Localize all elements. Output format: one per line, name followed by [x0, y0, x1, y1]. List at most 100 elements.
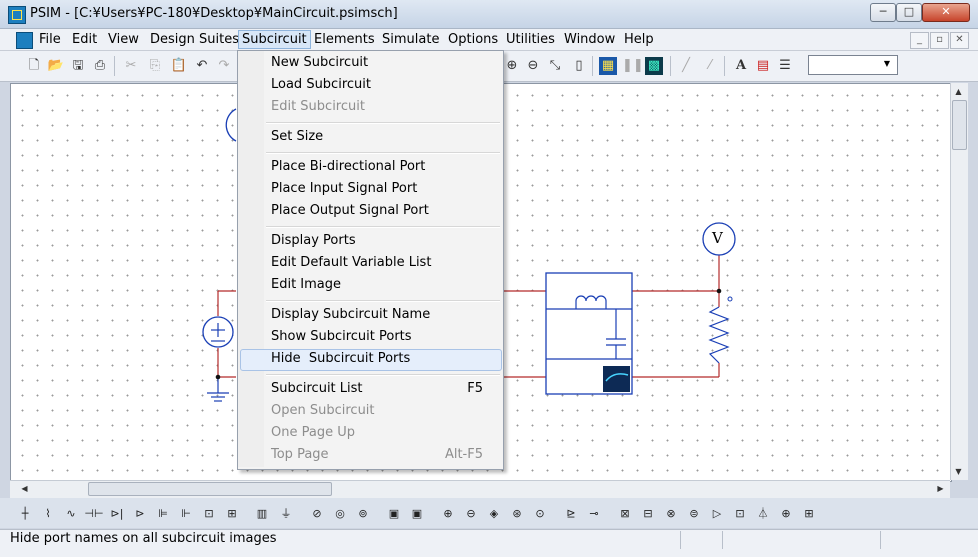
label-icon[interactable]: ⁄: [700, 56, 720, 76]
thyristor-element-icon[interactable]: ⊳: [130, 504, 150, 524]
menu-item-new-subcircuit[interactable]: New Subcircuit: [271, 52, 368, 74]
menu-options[interactable]: Options: [445, 31, 501, 48]
diode-element-icon[interactable]: ⊳|: [107, 504, 127, 524]
ac-source-element-icon[interactable]: ⏚: [276, 504, 296, 524]
sensor-icon[interactable]: ⊕: [776, 504, 796, 524]
open-icon[interactable]: 📂: [46, 56, 66, 76]
label-element-icon[interactable]: ⏃: [753, 504, 773, 524]
pwm-block-icon[interactable]: ⊠: [615, 504, 635, 524]
comparator-icon[interactable]: ⊵: [561, 504, 581, 524]
summer-icon[interactable]: ⊗: [661, 504, 681, 524]
menu-subcircuit[interactable]: Subcircuit: [238, 30, 311, 49]
menu-item-edit-default-variable-list[interactable]: Edit Default Variable List: [271, 252, 431, 274]
menu-item-open-subcircuit[interactable]: Open Subcircuit: [271, 400, 375, 422]
igbt-element-icon[interactable]: ⊫: [153, 504, 173, 524]
toolbar-separator: [670, 56, 671, 76]
pause-icon[interactable]: ❚❚: [622, 56, 644, 76]
menu-design-suites[interactable]: Design Suites: [147, 31, 242, 48]
menu-elements[interactable]: Elements: [311, 31, 378, 48]
menu-item-display-ports[interactable]: Display Ports: [271, 230, 356, 252]
menu-item-load-subcircuit[interactable]: Load Subcircuit: [271, 74, 371, 96]
menu-item-top-page[interactable]: Top Page: [271, 444, 329, 466]
dsp-block-icon[interactable]: ⊞: [799, 504, 819, 524]
resistor-element-icon[interactable]: ⌇: [38, 504, 58, 524]
menu-item-edit-image[interactable]: Edit Image: [271, 274, 341, 296]
menu-file[interactable]: File: [36, 31, 64, 48]
gating-block-icon[interactable]: ⊸: [584, 504, 604, 524]
menu-view[interactable]: View: [105, 31, 142, 48]
ammeter-icon[interactable]: ⊚: [353, 504, 373, 524]
vsource-dc-icon[interactable]: ⊕: [438, 504, 458, 524]
redo-icon[interactable]: ↷: [214, 56, 234, 76]
menu-item-hide-subcircuit-ports[interactable]: Hide Subcircuit Ports: [271, 348, 410, 370]
minimize-button[interactable]: ─: [870, 3, 896, 22]
wire-icon[interactable]: ╱: [676, 56, 696, 76]
toolbar-separator: [724, 56, 725, 76]
amplifier-icon[interactable]: ▷: [707, 504, 727, 524]
vsource-triangle-icon[interactable]: ⊛: [507, 504, 527, 524]
menu-item-one-page-up[interactable]: One Page Up: [271, 422, 355, 444]
mdi-restore-button[interactable]: ▫: [930, 32, 949, 49]
element-list-icon[interactable]: ☰: [775, 56, 795, 76]
menu-window[interactable]: Window: [561, 31, 618, 48]
mdi-close-button[interactable]: ✕: [950, 32, 969, 49]
current-probe-icon[interactable]: ⊘: [307, 504, 327, 524]
cut-icon[interactable]: ✂: [121, 56, 141, 76]
paste-icon[interactable]: 📋: [169, 56, 189, 76]
bjt-element-icon[interactable]: ⊞: [222, 504, 242, 524]
pi-block-icon[interactable]: ⊟: [638, 504, 658, 524]
print-icon[interactable]: ⎙: [90, 56, 110, 76]
menu-help[interactable]: Help: [621, 31, 657, 48]
switch-element-icon[interactable]: ⊡: [199, 504, 219, 524]
chevron-down-icon[interactable]: ▼: [880, 57, 894, 71]
menu-item-display-subcircuit-name[interactable]: Display Subcircuit Name: [271, 304, 430, 326]
graph-icon[interactable]: ▣: [407, 504, 427, 524]
menu-item-edit-subcircuit[interactable]: Edit Subcircuit: [271, 96, 365, 118]
copy-icon[interactable]: ⎘: [145, 56, 165, 76]
menu-utilities[interactable]: Utilities: [503, 31, 558, 48]
vsource-sine-icon[interactable]: ⊖: [461, 504, 481, 524]
menu-item-place-bidirectional-port[interactable]: Place Bi-directional Port: [271, 156, 425, 178]
psim-app-icon[interactable]: [8, 6, 26, 24]
ground-element-icon[interactable]: ┼: [15, 504, 35, 524]
zoom-in-icon[interactable]: ⊕: [502, 56, 522, 76]
scroll-down-arrow-icon[interactable]: ▼: [952, 465, 965, 478]
integrator-icon[interactable]: ⊡: [730, 504, 750, 524]
menu-item-place-output-signal-port[interactable]: Place Output Signal Port: [271, 200, 429, 222]
isource-icon[interactable]: ⊙: [530, 504, 550, 524]
mdi-minimize-button[interactable]: _: [910, 32, 929, 49]
new-icon[interactable]: 🗋: [24, 56, 44, 76]
menu-item-show-subcircuit-ports[interactable]: Show Subcircuit Ports: [271, 326, 412, 348]
scroll-up-arrow-icon[interactable]: ▲: [952, 85, 965, 98]
document-icon[interactable]: [16, 32, 33, 49]
zoom-page-icon[interactable]: ▯: [569, 56, 589, 76]
save-icon[interactable]: 🖫: [68, 56, 88, 76]
voltage-probe-icon[interactable]: ◎: [330, 504, 350, 524]
vsource-square-icon[interactable]: ◈: [484, 504, 504, 524]
menu-item-set-size[interactable]: Set Size: [271, 126, 323, 148]
capacitor-element-icon[interactable]: ⊣⊢: [84, 504, 104, 524]
menu-item-place-input-signal-port[interactable]: Place Input Signal Port: [271, 178, 417, 200]
limiter-icon[interactable]: ⊜: [684, 504, 704, 524]
run-simulation-icon[interactable]: ▦: [599, 57, 617, 75]
vertical-scroll-thumb[interactable]: [952, 100, 967, 150]
simview-icon[interactable]: ▩: [645, 57, 663, 75]
image-icon[interactable]: ▤: [753, 56, 773, 76]
zoom-fit-icon[interactable]: ⤡: [545, 56, 565, 76]
menu-item-subcircuit-list[interactable]: Subcircuit List: [271, 378, 363, 400]
menu-edit[interactable]: Edit: [69, 31, 100, 48]
menu-separator: [266, 226, 500, 228]
inductor-element-icon[interactable]: ∿: [61, 504, 81, 524]
horizontal-scroll-thumb[interactable]: [88, 482, 332, 496]
close-button[interactable]: ✕: [922, 3, 970, 22]
transformer-element-icon[interactable]: ▥: [252, 504, 272, 524]
scroll-right-arrow-icon[interactable]: ▶: [934, 482, 947, 495]
scope-icon[interactable]: ▣: [384, 504, 404, 524]
maximize-button[interactable]: □: [896, 3, 922, 22]
text-icon[interactable]: A: [731, 56, 751, 76]
mosfet-element-icon[interactable]: ⊩: [176, 504, 196, 524]
menu-simulate[interactable]: Simulate: [379, 31, 442, 48]
scroll-left-arrow-icon[interactable]: ◀: [18, 482, 31, 495]
undo-icon[interactable]: ↶: [192, 56, 212, 76]
zoom-out-icon[interactable]: ⊖: [523, 56, 543, 76]
